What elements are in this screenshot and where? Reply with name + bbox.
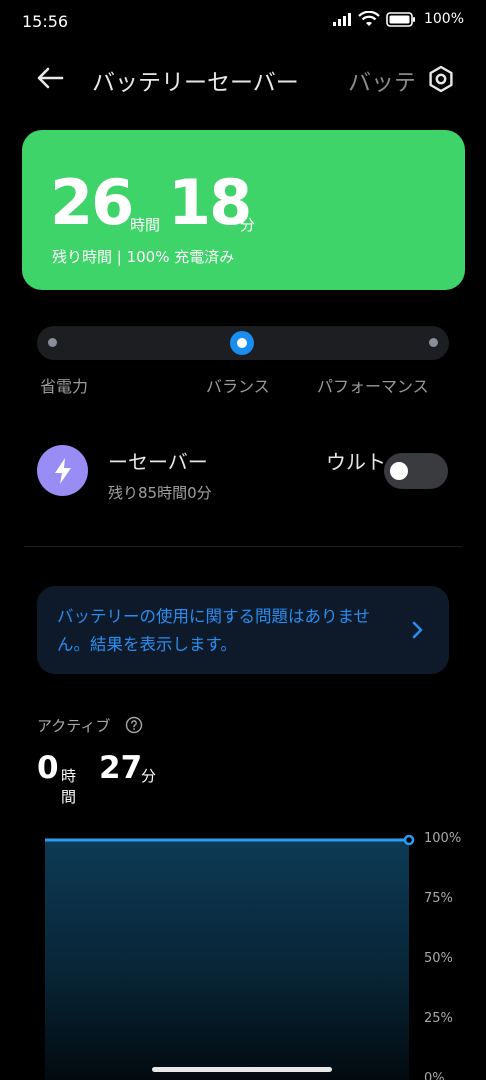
y-tick-label: 75% <box>424 891 453 906</box>
settings-button[interactable] <box>424 62 458 96</box>
battery-issue-text: バッテリーの使用に関する問題はありません。結果を表示します。 <box>57 607 371 654</box>
ultra-saver-title-overflow: ウルト <box>326 450 386 474</box>
remaining-hours: 26 <box>50 166 134 239</box>
page-title: バッテリーセーバー <box>92 70 299 96</box>
status-icons: 100% <box>332 11 464 27</box>
arrow-left-icon <box>37 67 64 89</box>
status-bar: 15:56 100% <box>0 0 486 44</box>
ultra-saver-subtitle: 残り85時間0分 <box>108 484 212 502</box>
battery-remaining-card: 26 時間 18 分 残り時間 | 100% 充電済み <box>22 130 465 290</box>
battery-level-chart: 100% 75% 50% 25% 0% <box>0 820 486 1080</box>
mode-dot-power-saving[interactable] <box>48 338 57 347</box>
back-button[interactable] <box>30 60 70 96</box>
navigation-handle[interactable] <box>152 1067 332 1072</box>
ultra-saver-toggle[interactable] <box>384 453 448 489</box>
ultra-saver-title: ーセーバー <box>108 450 208 474</box>
lightning-icon <box>54 457 71 484</box>
y-tick-label: 50% <box>424 951 453 966</box>
signal-icon <box>332 13 351 26</box>
active-label: アクティブ <box>37 717 111 735</box>
battery-icon <box>386 11 415 27</box>
chart-end-point <box>403 834 415 846</box>
battery-percent: 100% <box>423 11 464 27</box>
mode-dot-performance[interactable] <box>429 338 438 347</box>
active-minutes-unit: 分 <box>141 767 157 785</box>
status-time: 15:56 <box>22 12 69 31</box>
mode-label-balance[interactable]: バランス <box>206 373 270 397</box>
app-header: バッテリーセーバー バッテ <box>0 52 486 104</box>
power-mode-slider[interactable] <box>37 326 449 360</box>
page-title-overflow: バッテ <box>348 70 414 96</box>
minutes-unit: 分 <box>240 216 256 234</box>
mode-label-power-saving[interactable]: 省電力 <box>40 373 88 397</box>
active-hours-unit: 時間 <box>61 767 77 806</box>
hours-unit: 時間 <box>130 216 161 234</box>
remaining-minutes: 18 <box>168 166 252 239</box>
y-tick-label: 0% <box>424 1071 445 1080</box>
active-minutes: 27 <box>99 750 143 786</box>
chevron-right-icon <box>412 621 423 639</box>
hexagon-settings-icon <box>429 65 453 93</box>
ultra-saver-badge <box>37 445 88 496</box>
section-divider <box>24 546 462 547</box>
toggle-knob <box>390 462 408 480</box>
battery-level-chart-svg <box>45 834 415 1080</box>
mode-slider-thumb[interactable] <box>230 331 254 355</box>
mode-label-performance[interactable]: パフォーマンス <box>317 373 429 397</box>
question-circle-icon[interactable] <box>125 716 143 734</box>
y-tick-label: 25% <box>424 1011 453 1026</box>
wifi-icon <box>358 11 380 26</box>
chart-area-fill <box>45 840 409 1080</box>
battery-issue-card[interactable]: バッテリーの使用に関する問題はありません。結果を表示します。 <box>37 586 449 674</box>
y-tick-label: 100% <box>424 831 462 846</box>
remaining-subtitle: 残り時間 | 100% 充電済み <box>52 248 235 266</box>
active-hours: 0 <box>37 750 59 786</box>
